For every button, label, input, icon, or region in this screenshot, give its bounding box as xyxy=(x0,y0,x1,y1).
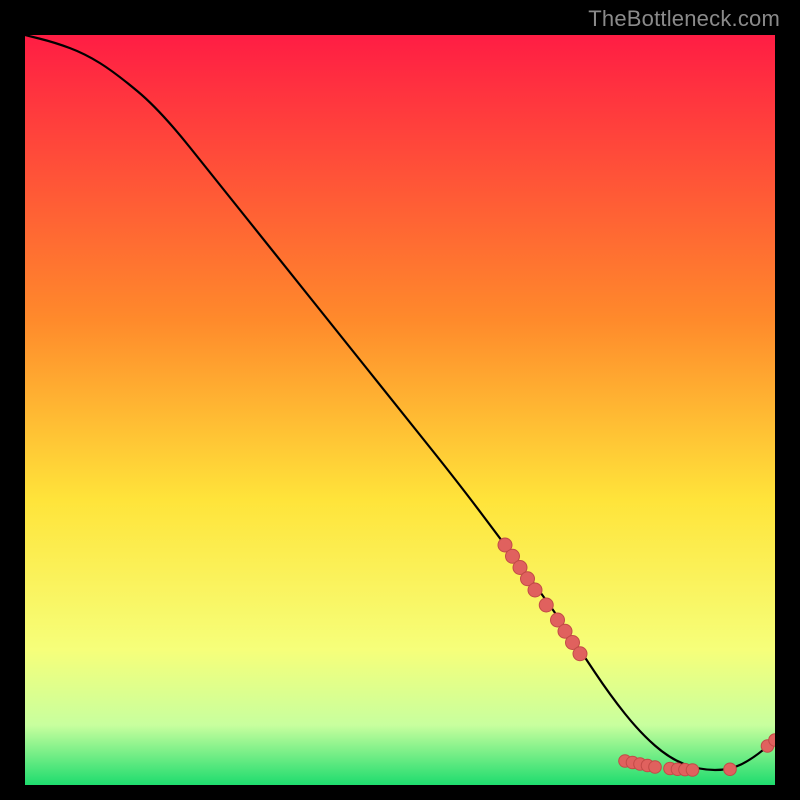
data-point xyxy=(573,647,587,661)
plot-area xyxy=(25,35,775,785)
data-point xyxy=(686,764,699,777)
data-point xyxy=(528,583,542,597)
bottleneck-chart xyxy=(25,35,775,785)
watermark-text: TheBottleneck.com xyxy=(588,6,780,32)
data-point xyxy=(649,761,662,774)
data-point xyxy=(539,598,553,612)
data-point xyxy=(724,763,737,776)
chart-frame: TheBottleneck.com xyxy=(0,0,800,800)
